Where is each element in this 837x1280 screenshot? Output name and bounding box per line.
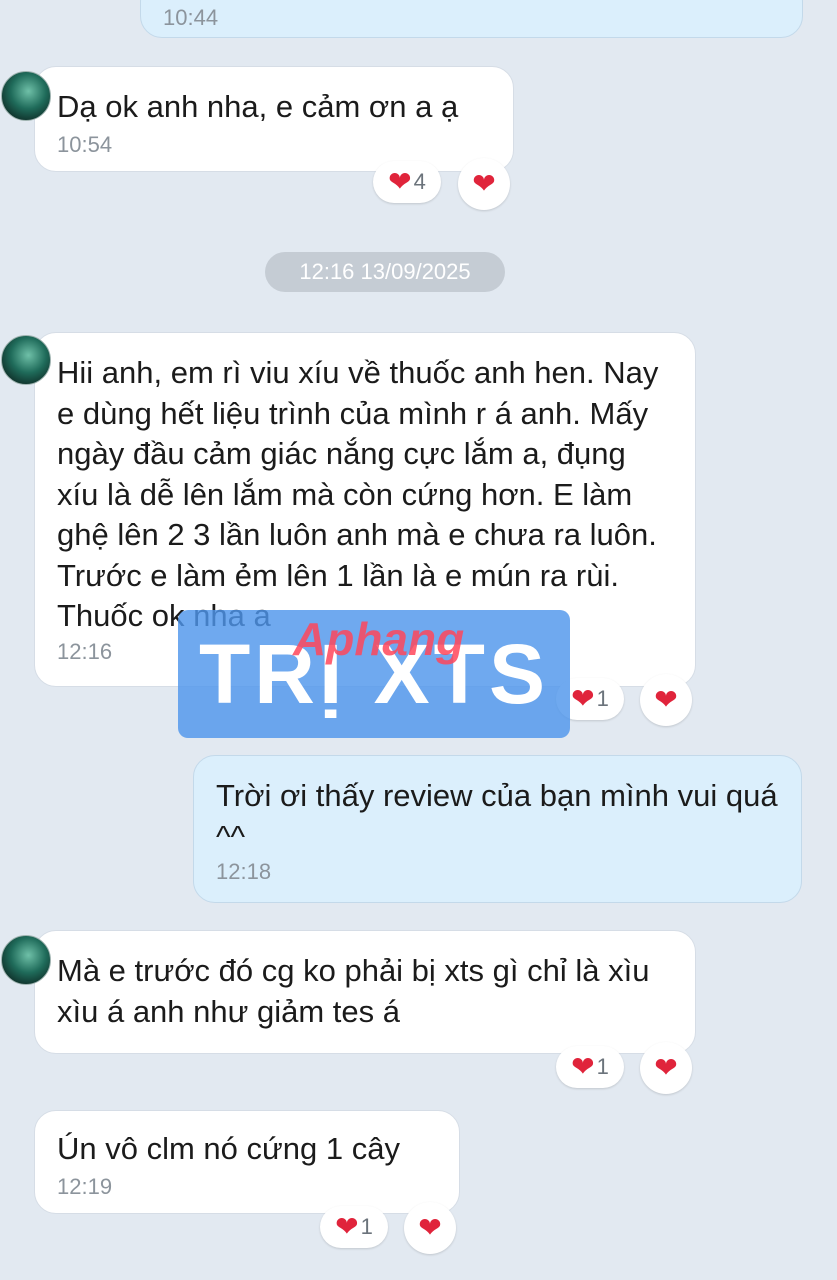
message-bubble-outgoing[interactable]: Trời ơi thấy review của bạn mình vui quá… [193,755,802,903]
watermark-logo: Aphang TRỊ XTS [178,610,570,738]
reaction-count: 1 [360,1214,373,1239]
avatar[interactable] [1,335,51,385]
heart-icon: ❤ [654,684,678,715]
heart-icon: ❤ [571,1051,595,1082]
react-button[interactable]: ❤ [640,674,692,726]
message-bubble-outgoing[interactable]: 10:44 [140,0,803,38]
reaction-count: 1 [596,1054,609,1079]
avatar[interactable] [1,935,51,985]
react-button[interactable]: ❤ [640,1042,692,1094]
message-text: Hii anh, em rì viu xíu về thuốc anh hen.… [57,355,659,633]
reaction-summary[interactable]: ❤ 1 [556,1046,624,1088]
heart-icon: ❤ [571,683,595,714]
message-text: Ún vô clm nó cứng 1 cây [57,1131,400,1166]
message-bubble-incoming[interactable]: Dạ ok anh nha, e cảm ơn a ạ 10:54 [1,66,514,172]
heart-icon: ❤ [654,1052,678,1083]
message-time: 12:18 [216,859,272,884]
heart-icon: ❤ [418,1212,442,1243]
message-time: 10:54 [57,131,113,157]
heart-icon: ❤ [388,166,412,197]
message-text: Mà e trước đó cg ko phải bị xts gì chỉ l… [57,953,650,1029]
heart-icon: ❤ [472,168,496,199]
message-text: Dạ ok anh nha, e cảm ơn a ạ [57,89,459,124]
reaction-count: 4 [413,169,426,194]
react-button[interactable]: ❤ [458,158,510,210]
message-time: 10:44 [163,5,219,30]
avatar[interactable] [1,71,51,121]
message-time: 12:19 [57,1173,113,1199]
reaction-summary[interactable]: ❤ 4 [373,161,441,203]
message-bubble-incoming[interactable]: Ún vô clm nó cứng 1 cây 12:19 [34,1110,460,1214]
heart-icon: ❤ [335,1211,359,1242]
reaction-summary[interactable]: ❤ 1 [320,1206,388,1248]
reaction-count: 1 [596,686,609,711]
react-button[interactable]: ❤ [404,1202,456,1254]
watermark-overlay-text: Aphang [293,613,465,665]
message-bubble-incoming[interactable]: Mà e trước đó cg ko phải bị xts gì chỉ l… [1,930,696,1054]
date-separator: 12:16 13/09/2025 [265,252,505,292]
message-text: Trời ơi thấy review của bạn mình vui quá… [216,778,778,854]
